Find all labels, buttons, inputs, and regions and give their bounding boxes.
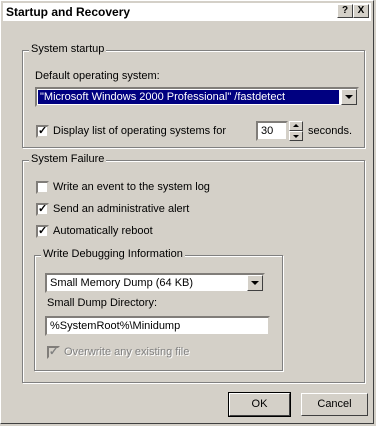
overwrite-label: Overwrite any existing file <box>64 346 190 358</box>
title-bar[interactable]: Startup and Recovery ? X <box>3 3 371 21</box>
dump-type-dropdown[interactable]: Small Memory Dump (64 KB) <box>45 273 265 293</box>
chevron-down-icon[interactable] <box>341 89 357 105</box>
spin-down-icon[interactable] <box>289 131 303 141</box>
write-event-label[interactable]: Write an event to the system log <box>53 181 210 193</box>
default-os-value: "Microsoft Windows 2000 Professional" /f… <box>38 90 339 104</box>
ok-button[interactable]: OK <box>228 392 291 417</box>
chevron-down-icon[interactable] <box>247 275 263 291</box>
display-list-label[interactable]: Display list of operating systems for <box>53 125 226 137</box>
debug-info-legend: Write Debugging Information <box>41 248 185 260</box>
send-alert-label[interactable]: Send an administrative alert <box>53 203 189 215</box>
close-button[interactable]: X <box>353 4 369 18</box>
send-alert-checkbox[interactable]: ✓ <box>36 203 49 216</box>
spin-up-icon[interactable] <box>289 121 303 131</box>
dump-directory-label: Small Dump Directory: <box>47 297 158 309</box>
seconds-input[interactable]: 30 <box>256 121 288 141</box>
dump-type-value: Small Memory Dump (64 KB) <box>50 277 194 289</box>
system-failure-legend: System Failure <box>29 153 107 165</box>
write-event-checkbox[interactable] <box>36 181 49 194</box>
help-button[interactable]: ? <box>337 4 353 18</box>
display-list-checkbox[interactable]: ✓ <box>36 125 49 138</box>
window-title: Startup and Recovery <box>6 5 131 19</box>
seconds-spinner[interactable] <box>289 121 303 141</box>
startup-recovery-dialog: Startup and Recovery ? X System startup … <box>0 0 374 424</box>
auto-reboot-label[interactable]: Automatically reboot <box>53 225 153 237</box>
seconds-label: seconds. <box>308 125 353 137</box>
default-os-dropdown[interactable]: "Microsoft Windows 2000 Professional" /f… <box>35 87 359 107</box>
system-startup-legend: System startup <box>29 43 107 55</box>
overwrite-checkbox[interactable]: ✓ <box>47 346 60 359</box>
auto-reboot-checkbox[interactable]: ✓ <box>36 225 49 238</box>
cancel-button[interactable]: Cancel <box>301 393 368 416</box>
default-os-label: Default operating system: <box>35 70 160 82</box>
dump-directory-input[interactable]: %SystemRoot%\Minidump <box>45 316 270 336</box>
